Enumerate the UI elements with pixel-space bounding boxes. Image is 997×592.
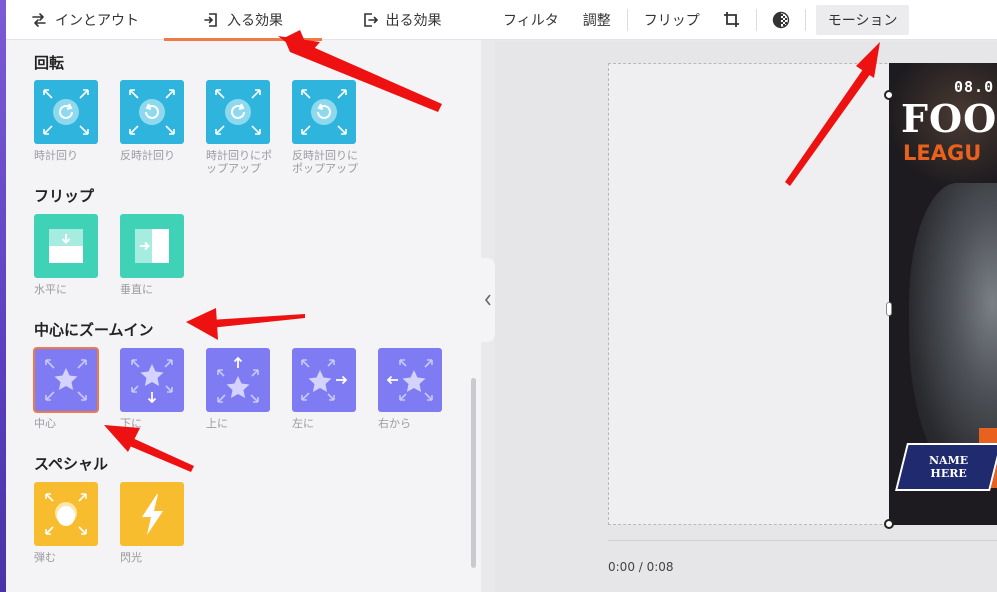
effect-bounce[interactable]: [34, 482, 98, 546]
effect-counterclockwise[interactable]: [120, 80, 184, 144]
zoom-down-icon: [131, 359, 173, 404]
section-title-flip: フリップ: [34, 187, 95, 205]
effect-tabs: インとアウト 入る効果 出る効果: [6, 0, 481, 41]
zoom-up-icon: [217, 356, 259, 403]
exit-icon: [363, 13, 378, 27]
chevron-left-icon: [484, 294, 491, 306]
motion-button[interactable]: モーション: [815, 4, 910, 35]
poster-subtitle: LEAGU: [903, 141, 982, 165]
effect-label: 左に: [292, 417, 314, 430]
resize-handle-left[interactable]: [886, 302, 892, 316]
effect-flip-vertical[interactable]: [120, 214, 184, 278]
poster-name-badge: NAME HERE: [895, 443, 997, 491]
effect-zoom-up[interactable]: [206, 348, 270, 412]
effect-label: 垂直に: [120, 283, 153, 296]
flip-button[interactable]: フリップ: [632, 0, 712, 40]
effect-clockwise[interactable]: [34, 80, 98, 144]
effects-panel: インとアウト 入る効果 出る効果 回転 時計回り 反時計回り 時計回りにポ ップ…: [6, 0, 481, 592]
effect-zoom-from-right[interactable]: [378, 348, 442, 412]
toolbar-divider: [755, 8, 757, 31]
transparency-button[interactable]: [761, 0, 801, 40]
effect-zoom-left[interactable]: [292, 348, 356, 412]
effect-zoom-center[interactable]: [33, 347, 99, 413]
flip-vertical-icon: [135, 229, 169, 263]
effect-label-line: 反時計回りに: [292, 149, 358, 162]
collapse-panel-button[interactable]: [481, 258, 495, 342]
zoom-left-icon: [301, 359, 348, 401]
effect-label: 上に: [206, 417, 228, 430]
tab-enter-effects[interactable]: 入る効果: [164, 0, 322, 41]
effect-label: 時計回り: [34, 149, 78, 162]
effect-counterclockwise-popup[interactable]: [292, 80, 356, 144]
adjust-button[interactable]: 調整: [571, 0, 623, 40]
time-readout: 0:00 / 0:08: [608, 560, 674, 574]
effect-label: 中心: [34, 417, 56, 430]
effect-label: 反時計回り: [120, 149, 175, 162]
effects-list: 回転 時計回り 反時計回り 時計回りにポ ップアップ 反時計回りに ポップアップ…: [6, 40, 481, 592]
effect-label: 下に: [120, 417, 142, 430]
poster-date: 08.0: [954, 78, 995, 96]
lightning-icon: [142, 494, 163, 535]
effect-label: 水平に: [34, 283, 67, 296]
enter-icon: [204, 13, 217, 27]
rotate-clockwise-icon: [43, 89, 89, 135]
effect-label: 反時計回りに ポップアップ: [292, 149, 372, 175]
section-title-rotate: 回転: [34, 54, 65, 72]
effect-zoom-down[interactable]: [120, 348, 184, 412]
effect-flash[interactable]: [120, 482, 184, 546]
name-badge-text: NAME HERE: [929, 454, 968, 480]
crop-icon: [723, 11, 739, 27]
tab-exit-effects[interactable]: 出る効果: [322, 0, 481, 40]
filter-button[interactable]: フィルタ: [481, 0, 571, 40]
editor-toolbar: フィルタ 調整 フリップ モーション: [481, 0, 997, 40]
panel-scrollbar[interactable]: [471, 378, 476, 568]
effect-label-line: ポップアップ: [292, 162, 358, 175]
tab-in-and-out[interactable]: インとアウト: [6, 0, 164, 40]
effect-label: 閃光: [120, 551, 142, 564]
resize-handle-bottom-left[interactable]: [884, 519, 894, 529]
tab-label: 出る効果: [385, 13, 442, 29]
poster-title: FOOT: [901, 96, 997, 141]
effect-label: 時計回りにポ ップアップ: [206, 149, 286, 175]
section-title-zoom: 中心にズームイン: [34, 321, 154, 339]
name-line: HERE: [930, 467, 967, 480]
swap-icon: [32, 13, 46, 27]
effect-clockwise-popup[interactable]: [206, 80, 270, 144]
zoom-from-right-icon: [386, 359, 433, 401]
tab-label: インとアウト: [55, 13, 139, 29]
flip-horizontal-icon: [49, 229, 83, 263]
poster-image[interactable]: 08.0 FOOT LEAGU NAMEHERE: [889, 63, 997, 525]
rotate-counterclockwise-popup-icon: [301, 89, 347, 135]
toolbar-divider: [804, 8, 806, 31]
effect-label: 弾む: [34, 551, 56, 564]
effect-label-line: ップアップ: [206, 162, 261, 175]
bounce-icon: [45, 493, 87, 535]
resize-handle-top-left[interactable]: [884, 90, 894, 100]
zoom-center-icon: [45, 359, 87, 401]
rotate-clockwise-popup-icon: [215, 89, 261, 135]
toolbar-divider: [626, 8, 628, 31]
effect-flip-horizontal[interactable]: [34, 214, 98, 278]
rotate-counterclockwise-icon: [129, 89, 175, 135]
timeline-track[interactable]: [608, 540, 997, 541]
tab-label: 入る効果: [227, 13, 283, 29]
name-line: NAME: [928, 454, 969, 467]
transparency-icon: [772, 11, 789, 28]
effect-label: 右から: [378, 417, 411, 430]
effect-label-line: 時計回りにポ: [206, 149, 272, 162]
crop-button[interactable]: [712, 0, 752, 40]
section-title-special: スペシャル: [34, 455, 108, 473]
